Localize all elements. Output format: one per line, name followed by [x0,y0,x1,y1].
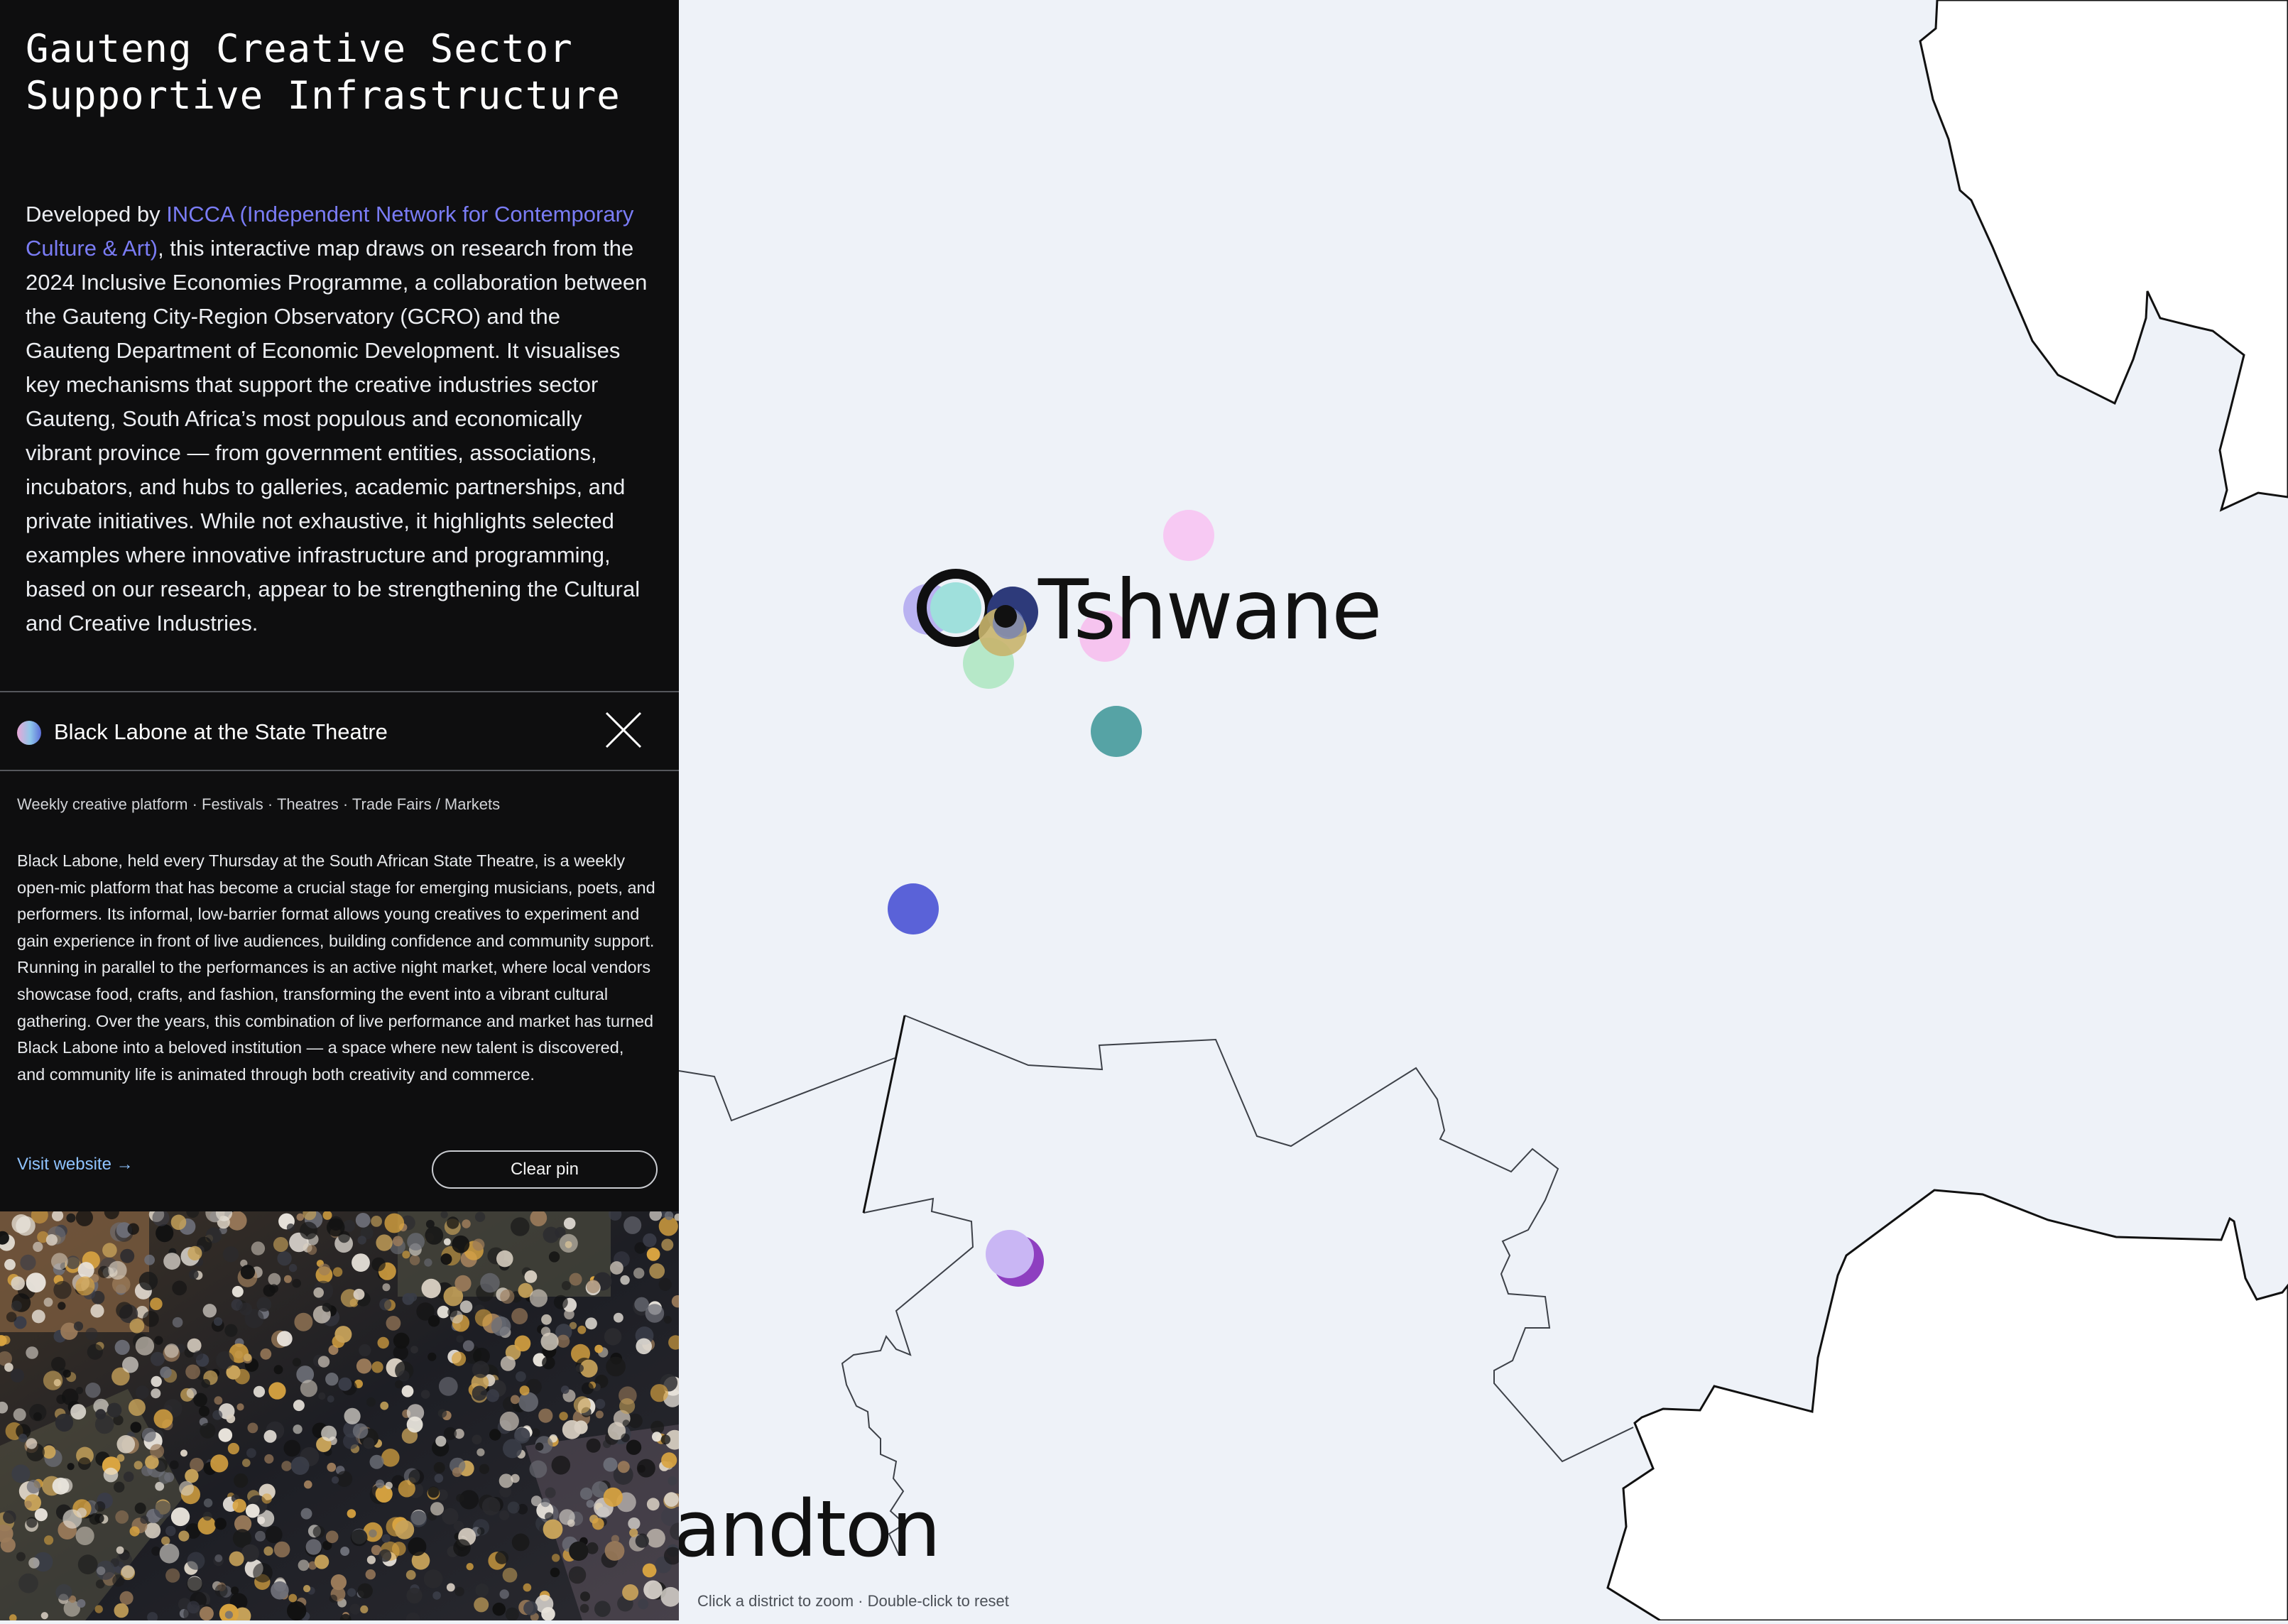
map-pin-center [994,605,1017,628]
clear-pin-button[interactable]: Clear pin [432,1150,658,1189]
pin-description: Black Labone, held every Thursday at the… [17,851,655,1084]
sidebar: Gauteng Creative Sector Supportive Infra… [0,0,679,1211]
intro-prefix: Developed by [26,202,167,227]
map-pin[interactable] [1163,510,1214,561]
pin-color-dot [17,721,41,745]
visit-website-link[interactable]: Visit website → [17,1152,134,1177]
app-title-line1: Gauteng Creative Sector [26,26,573,71]
intro-paragraph: Developed by INCCA (Independent Network … [26,197,650,641]
map-pin[interactable] [986,1230,1034,1278]
pin-title: Black Labone at the State Theatre [54,719,388,744]
map-hint: Click a district to zoom · Double-click … [697,1592,1009,1610]
event-photo [0,1211,679,1620]
map-pin[interactable] [930,582,981,633]
crowd-image [0,1211,679,1620]
pin-tags: Weekly creative platform · Festivals · T… [17,795,501,813]
divider [0,770,679,771]
intro-body: , this interactive map draws on research… [26,236,648,636]
close-icon[interactable] [602,709,645,751]
map-pin[interactable] [1091,706,1142,757]
map-pin[interactable] [888,883,939,934]
app-title: Gauteng Creative Sector Supportive Infra… [26,26,636,119]
close-button[interactable] [602,709,645,751]
app-title-line2: Supportive Infrastructure [26,73,621,118]
district-label-tshwane: Tshwane [1038,562,1382,658]
